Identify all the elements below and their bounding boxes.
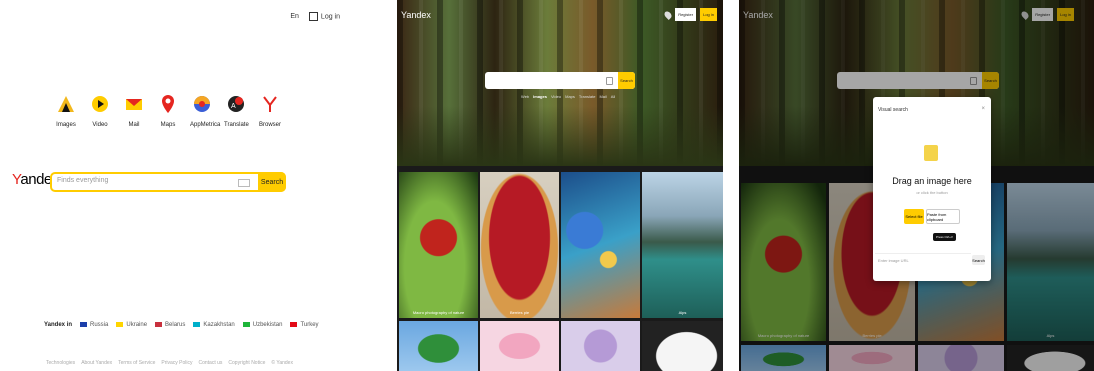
- tab-web[interactable]: Web: [521, 94, 529, 99]
- flag-icon: [242, 322, 250, 327]
- keyboard-icon[interactable]: [238, 179, 250, 187]
- countries-label: Yandex in: [44, 322, 73, 329]
- image-upload-icon: [924, 145, 938, 161]
- footer-link[interactable]: Terms of Service: [118, 360, 155, 366]
- country-belarus[interactable]: Belarus: [155, 322, 185, 328]
- image-url-input[interactable]: Enter image URL: [875, 253, 971, 266]
- home-topbar: En Log in: [290, 12, 340, 21]
- services-row: Images Video Mail Maps AppMetrica A Tran…: [54, 92, 282, 128]
- footer-link[interactable]: © Yandex: [271, 360, 293, 366]
- footer-links: Technologies About Yandex Terms of Servi…: [46, 360, 293, 366]
- image-tile-egg[interactable]: [642, 321, 723, 371]
- tab-all[interactable]: All: [611, 94, 615, 99]
- home-search-box: Finds everything Search: [50, 172, 286, 192]
- footer-link[interactable]: About Yandex: [81, 360, 112, 366]
- service-appmetrica[interactable]: AppMetrica: [190, 92, 220, 128]
- browser-icon: [260, 92, 280, 116]
- search-button[interactable]: Search: [258, 172, 286, 192]
- country-ukraine[interactable]: Ukraine: [116, 322, 147, 328]
- yandex-home-panel: En Log in Images Video Mail Maps AppMetr…: [0, 0, 370, 371]
- images-search-button[interactable]: Search: [618, 72, 635, 89]
- image-grid: Macro photography of nature Berries pie …: [397, 166, 723, 371]
- flag-icon: [155, 322, 163, 327]
- tab-mail[interactable]: Mail: [599, 94, 606, 99]
- appmetrica-icon: [192, 92, 212, 116]
- country-turkey[interactable]: Turkey: [290, 322, 319, 328]
- flag-icon: [290, 322, 298, 327]
- visual-search-dialog: Visual search × Drag an image here or cl…: [873, 97, 991, 281]
- maps-icon: [158, 92, 178, 116]
- service-tabs: Web Images Video Maps Translate Mail All: [521, 94, 615, 99]
- select-file-button[interactable]: Select file: [904, 209, 924, 224]
- location-icon[interactable]: [663, 9, 674, 20]
- url-search-button[interactable]: Search: [972, 255, 985, 265]
- search-input[interactable]: Finds everything: [57, 177, 108, 184]
- tab-maps[interactable]: Maps: [565, 94, 575, 99]
- tab-images[interactable]: Images: [533, 94, 547, 99]
- tab-video[interactable]: Video: [551, 94, 561, 99]
- images-header-actions: Register Log in: [663, 8, 717, 21]
- translate-icon: A: [226, 92, 246, 116]
- dialog-title: Visual search: [878, 107, 908, 113]
- images-search-box[interactable]: Search: [485, 72, 635, 89]
- yandex-logo[interactable]: Yandex: [401, 10, 431, 20]
- flag-icon: [80, 322, 88, 327]
- country-russia[interactable]: Russia: [80, 322, 108, 328]
- service-browser[interactable]: Browser: [258, 92, 282, 128]
- drop-zone-heading[interactable]: Drag an image here: [873, 176, 991, 186]
- footer-link[interactable]: Contact us: [199, 360, 223, 366]
- image-tile-coral-reef[interactable]: [561, 172, 640, 318]
- flag-icon: [116, 322, 124, 327]
- service-translate[interactable]: A Translate: [224, 92, 249, 128]
- login-link[interactable]: Log in: [308, 12, 340, 21]
- country-kazakhstan[interactable]: Kazakhstan: [193, 322, 235, 328]
- image-tile-ladybug[interactable]: Macro photography of nature: [399, 172, 478, 318]
- svg-text:A: A: [231, 103, 236, 110]
- footer-link[interactable]: Copyright Notice: [228, 360, 265, 366]
- service-video[interactable]: Video: [88, 92, 112, 128]
- paste-tooltip: Press Ctrl+V: [933, 233, 956, 241]
- country-uzbekistan[interactable]: Uzbekistan: [242, 322, 282, 328]
- visual-search-panel: Yandex Register Log in Search Macro phot…: [739, 0, 1094, 371]
- yandex-images-panel: Yandex Register Log in Search Web Images…: [397, 0, 723, 371]
- login-icon: [308, 12, 318, 21]
- service-maps[interactable]: Maps: [156, 92, 180, 128]
- countries-row: Yandex in Russia Ukraine Belarus Kazakhs…: [44, 322, 319, 328]
- flag-icon: [193, 322, 201, 327]
- tab-translate[interactable]: Translate: [579, 94, 596, 99]
- footer-link[interactable]: Privacy Policy: [161, 360, 192, 366]
- video-icon: [90, 92, 110, 116]
- images-icon: [56, 92, 76, 116]
- drop-zone-hint: or click the button: [916, 190, 948, 195]
- language-switch[interactable]: En: [290, 13, 299, 20]
- image-tile-mountain-lake[interactable]: Alps: [642, 172, 723, 318]
- image-tile-tree[interactable]: [399, 321, 478, 371]
- image-tile-gift[interactable]: [480, 321, 559, 371]
- paste-clipboard-button[interactable]: Paste from clipboard: [926, 209, 960, 224]
- footer-link[interactable]: Technologies: [46, 360, 75, 366]
- login-button[interactable]: Log in: [700, 8, 717, 21]
- register-button[interactable]: Register: [675, 8, 697, 21]
- service-mail[interactable]: Mail: [122, 92, 146, 128]
- image-tile-flowers[interactable]: [561, 321, 640, 371]
- mail-icon: [124, 92, 144, 116]
- image-tile-berry-pie[interactable]: Berries pie: [480, 172, 559, 318]
- camera-icon[interactable]: [606, 77, 613, 85]
- service-images[interactable]: Images: [54, 92, 78, 128]
- close-icon[interactable]: ×: [981, 106, 985, 112]
